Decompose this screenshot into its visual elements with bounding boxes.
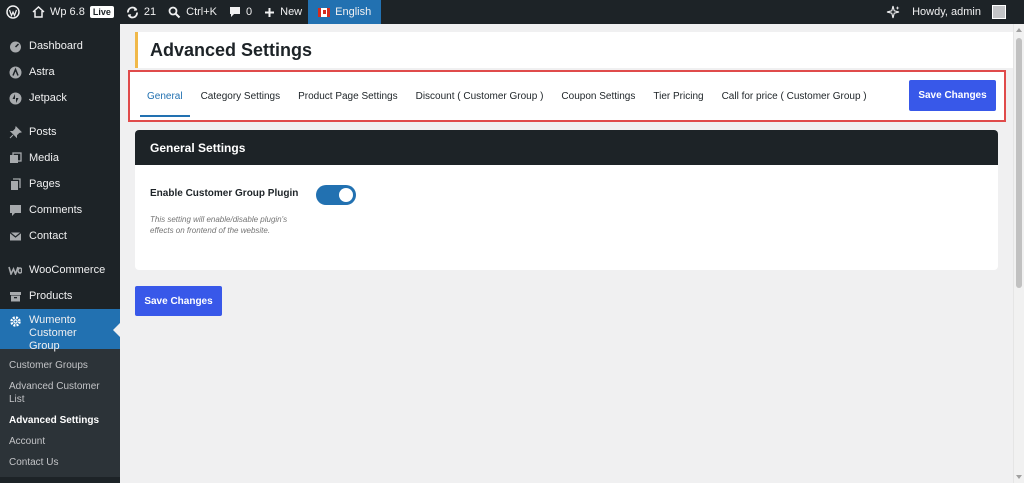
dashboard-icon [8, 39, 22, 53]
sparkle-icon [886, 5, 900, 19]
bottom-save-changes-button[interactable]: Save Changes [135, 286, 222, 316]
comments-link[interactable]: 0 [223, 0, 258, 24]
scroll-thumb[interactable] [1016, 38, 1022, 288]
toggle-knob [339, 188, 353, 202]
page-title: Advanced Settings [150, 39, 313, 60]
tab-call-for-price[interactable]: Call for price ( Customer Group ) [713, 72, 876, 120]
sidebar-item-woocommerce[interactable]: WooCommerce [0, 257, 120, 283]
sidebar-item-wumento-customer-group[interactable]: Wumento Customer Group [0, 309, 120, 352]
submenu-contact-us[interactable]: Contact Us [0, 452, 120, 473]
sidebar-item-media[interactable]: Media [0, 145, 120, 171]
tab-discount-customer-group[interactable]: Discount ( Customer Group ) [407, 72, 553, 120]
archive-icon [8, 289, 22, 303]
mail-icon [8, 229, 22, 243]
pages-icon [8, 177, 22, 191]
media-icon [8, 151, 22, 165]
ai-assistant-button[interactable] [880, 0, 906, 24]
sidebar-item-label: Wumento Customer Group [29, 314, 77, 352]
account-menu[interactable]: Howdy, admin [906, 0, 1024, 24]
comments-count: 0 [246, 6, 253, 18]
submenu-customer-groups[interactable]: Customer Groups [0, 355, 120, 376]
sidebar-item-label: Jetpack [29, 92, 67, 104]
wordpress-icon [6, 5, 20, 19]
site-name-link[interactable]: Wp 6.8 Live [26, 0, 120, 24]
avatar [992, 5, 1006, 19]
screen: Wp 6.8 Live 21 Ctrl+K 0 New English Howd… [0, 0, 1024, 483]
updates-link[interactable]: 21 [120, 0, 162, 24]
sidebar-item-label: Astra [29, 66, 55, 78]
enable-plugin-description: This setting will enable/disable plugin'… [150, 215, 288, 235]
settings-tab-bar: General Category Settings Product Page S… [128, 70, 1006, 122]
astra-icon [8, 65, 22, 79]
submenu-advanced-customer-list[interactable]: Advanced Customer List [0, 376, 120, 410]
page-header: Advanced Settings [135, 32, 1013, 68]
admin-sidebar: Dashboard Astra Jetpack Posts Media Page… [0, 24, 120, 483]
sidebar-item-pages[interactable]: Pages [0, 171, 120, 197]
scroll-up-arrow-icon[interactable] [1016, 28, 1022, 32]
sidebar-item-label: WooCommerce [29, 264, 106, 276]
comment-icon [230, 7, 240, 17]
sidebar-item-label: Pages [29, 178, 61, 190]
general-settings-card: General Settings Enable Customer Group P… [135, 130, 998, 270]
admin-bar: Wp 6.8 Live 21 Ctrl+K 0 New English Howd… [0, 0, 1024, 24]
sidebar-item-label: Posts [29, 126, 57, 138]
updates-icon [126, 6, 138, 18]
sidebar-item-astra[interactable]: Astra [0, 59, 120, 85]
enable-plugin-label: Enable Customer Group Plugin [150, 188, 299, 199]
search-icon [168, 6, 181, 18]
tab-product-page-settings[interactable]: Product Page Settings [289, 72, 407, 120]
search-shortcut: Ctrl+K [186, 6, 217, 18]
sidebar-item-products[interactable]: Products [0, 283, 120, 309]
wordpress-logo[interactable] [0, 0, 26, 24]
tabs: General Category Settings Product Page S… [130, 72, 1004, 120]
submenu-advanced-settings[interactable]: Advanced Settings [0, 410, 120, 431]
scroll-down-arrow-icon[interactable] [1016, 475, 1022, 479]
updates-count: 21 [143, 6, 157, 18]
sidebar-item-label: Comments [29, 204, 83, 216]
live-badge: Live [89, 6, 114, 18]
tab-category-settings[interactable]: Category Settings [192, 72, 290, 120]
gear-icon [8, 314, 22, 328]
top-save-changes-button[interactable]: Save Changes [909, 80, 996, 111]
sidebar-item-contact[interactable]: Contact [0, 223, 120, 249]
sidebar-item-posts[interactable]: Posts [0, 119, 120, 145]
sidebar-item-label: Dashboard [29, 40, 83, 52]
enable-plugin-toggle[interactable] [316, 185, 356, 205]
greeting: Howdy, admin [912, 6, 981, 18]
tab-general[interactable]: General [138, 72, 192, 120]
sidebar-submenu: Customer Groups Advanced Customer List A… [0, 349, 120, 477]
sidebar-item-label: Products [29, 290, 73, 302]
pin-icon [8, 125, 22, 139]
submenu-account[interactable]: Account [0, 431, 120, 452]
sidebar-item-label: Media [29, 152, 59, 164]
language-label: English [335, 6, 372, 18]
woo-icon [8, 263, 22, 277]
new-content-link[interactable]: New [258, 0, 308, 24]
plus-icon [265, 7, 275, 17]
canada-flag-icon [318, 7, 331, 17]
sidebar-item-jetpack[interactable]: Jetpack [0, 85, 120, 111]
home-icon [32, 6, 45, 18]
sidebar-item-comments[interactable]: Comments [0, 197, 120, 223]
sidebar-item-label: Contact [29, 230, 67, 242]
jetpack-icon [8, 91, 22, 105]
new-label: New [280, 6, 303, 18]
card-heading: General Settings [135, 130, 998, 165]
language-switcher[interactable]: English [308, 0, 382, 24]
comment-icon [8, 203, 22, 217]
tab-tier-pricing[interactable]: Tier Pricing [644, 72, 712, 120]
site-name: Wp 6.8 [50, 6, 85, 18]
main-content: Advanced Settings General Category Setti… [120, 24, 1013, 483]
tab-coupon-settings[interactable]: Coupon Settings [552, 72, 644, 120]
page-scrollbar[interactable] [1013, 24, 1024, 483]
search-link[interactable]: Ctrl+K [162, 0, 223, 24]
sidebar-item-dashboard[interactable]: Dashboard [0, 33, 120, 59]
